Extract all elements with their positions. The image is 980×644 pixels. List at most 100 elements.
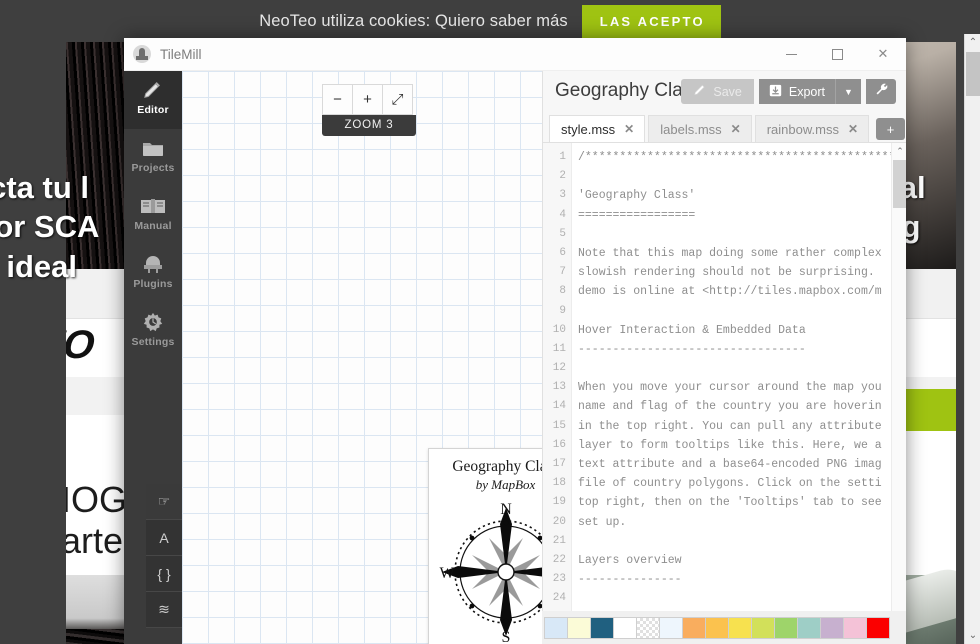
browser-scrollbar-thumb[interactable] [966, 52, 980, 96]
export-dropdown-button[interactable]: ▼ [835, 79, 861, 104]
code-tool-button[interactable]: { } [146, 556, 182, 592]
color-swatch[interactable] [774, 616, 798, 639]
close-icon-labels-mss[interactable]: ✕ [731, 122, 741, 136]
color-swatch[interactable] [590, 616, 614, 639]
code-line[interactable] [572, 225, 891, 244]
line-number: 20 [552, 515, 566, 528]
color-swatch[interactable] [866, 616, 890, 639]
color-swatch[interactable] [682, 616, 706, 639]
book-icon [124, 193, 182, 219]
code-line[interactable]: layer to form tooltips like this. Here, … [572, 436, 891, 455]
color-swatch[interactable] [843, 616, 867, 639]
code-line[interactable]: in the top right. You can pull any attri… [572, 417, 891, 436]
code-editor[interactable]: 1234567891011121314151617181920212223242… [543, 142, 906, 644]
sidebar-item-projects[interactable]: Projects [124, 129, 182, 187]
code-line[interactable]: text attribute and a base64-encoded PNG … [572, 455, 891, 474]
sidebar-item-editor[interactable]: Editor [124, 71, 182, 129]
code-line[interactable]: Hover Interaction & Embedded Data [572, 321, 891, 340]
code-line[interactable]: 'Geography Class' [572, 186, 891, 205]
code-line[interactable]: Note that this map doing some rather com… [572, 244, 891, 263]
code-line[interactable]: --------------- [572, 570, 891, 589]
color-swatch[interactable] [659, 616, 683, 639]
sidebar-item-manual[interactable]: Manual [124, 187, 182, 245]
browser-scrollbar[interactable]: ⌃ ⌄ [964, 34, 980, 644]
code-line[interactable]: Layers overview [572, 551, 891, 570]
pencil-icon-save [693, 83, 707, 100]
line-number: 7 [559, 266, 566, 279]
layers-tool-button[interactable]: ≋ [146, 592, 182, 628]
line-number: 24 [552, 592, 566, 605]
gear-icon [124, 309, 182, 335]
map-canvas[interactable]: − + ⤢ ZOOM 3 Geography Class by MapBox [182, 71, 542, 644]
stylesheet-tabs: style.mss ✕ labels.mss ✕ rainbow.mss ✕ + [543, 115, 906, 142]
color-swatch[interactable] [797, 616, 821, 639]
color-swatch[interactable] [751, 616, 775, 639]
code-line[interactable]: name and flag of the country you are hov… [572, 397, 891, 416]
editor-vertical-scrollbar[interactable]: ⌃ ⌄ [891, 143, 906, 644]
tab-style-mss[interactable]: style.mss ✕ [549, 115, 646, 142]
export-icon [769, 84, 782, 100]
color-swatch[interactable] [613, 616, 637, 639]
code-line[interactable] [572, 302, 891, 321]
compass-south-label: S [501, 629, 510, 644]
maximize-icon [831, 48, 843, 60]
code-line[interactable]: top right, then on the 'Tooltips' tab to… [572, 493, 891, 512]
code-line[interactable]: --------------------------------- [572, 340, 891, 359]
code-line[interactable]: When you move your cursor around the map… [572, 378, 891, 397]
code-text[interactable]: /***************************************… [572, 143, 891, 644]
export-button[interactable]: Export [758, 79, 835, 104]
tab-labels-mss[interactable]: labels.mss ✕ [648, 115, 752, 142]
tab-style-mss-label: style.mss [561, 121, 616, 137]
folder-icon [124, 135, 182, 161]
close-button[interactable]: ✕ [860, 38, 906, 71]
text-tool-button[interactable]: A [146, 520, 182, 556]
sidebar-item-plugins[interactable]: Plugins [124, 245, 182, 303]
sidebar-item-settings[interactable]: Settings [124, 303, 182, 361]
code-line[interactable]: ================= [572, 206, 891, 225]
code-line[interactable] [572, 359, 891, 378]
code-line[interactable] [572, 167, 891, 186]
zoom-out-button[interactable]: − [322, 84, 353, 115]
color-swatch[interactable] [636, 616, 660, 639]
code-line[interactable]: /***************************************… [572, 148, 891, 167]
close-icon-rainbow-mss[interactable]: ✕ [848, 122, 858, 136]
left-navigation-rail: Editor Projects Manual Plugins Settings … [124, 71, 182, 644]
line-number-gutter: 1234567891011121314151617181920212223242… [543, 143, 572, 644]
maximize-button[interactable] [814, 38, 860, 71]
chevron-down-icon: ▼ [844, 86, 853, 97]
line-number: 14 [552, 400, 566, 413]
minimize-icon [785, 53, 797, 55]
code-line[interactable] [572, 532, 891, 551]
window-titlebar: TileMill ✕ [124, 38, 906, 71]
code-line[interactable]: set up. [572, 513, 891, 532]
code-line[interactable]: demo is online at <http://tiles.mapbox.c… [572, 282, 891, 301]
map-legend-card: Geography Class by MapBox [428, 448, 542, 644]
line-number: 6 [559, 246, 566, 259]
scroll-up-icon-editor[interactable]: ⌃ [892, 143, 906, 159]
pan-tool-button[interactable]: ☞ [146, 484, 182, 520]
tilemill-app-icon [133, 45, 151, 63]
scroll-down-icon[interactable]: ⌄ [965, 627, 980, 644]
line-number: 17 [552, 458, 566, 470]
tab-rainbow-mss[interactable]: rainbow.mss ✕ [754, 115, 870, 142]
cookie-accept-button[interactable]: LAS ACEPTO [581, 4, 721, 38]
save-button[interactable]: Save [681, 79, 754, 104]
color-swatch[interactable] [728, 616, 752, 639]
minimize-button[interactable] [768, 38, 814, 71]
scroll-up-icon[interactable]: ⌃ [965, 34, 980, 51]
code-line[interactable] [572, 589, 891, 608]
color-swatch[interactable] [705, 616, 729, 639]
code-line[interactable]: file of country polygons. Click on the s… [572, 474, 891, 493]
color-swatch[interactable] [820, 616, 844, 639]
project-settings-button[interactable] [866, 79, 896, 104]
zoom-in-button[interactable]: + [352, 84, 383, 115]
sidebar-item-projects-label: Projects [131, 162, 175, 174]
add-stylesheet-button[interactable]: + [876, 118, 906, 140]
plug-icon [124, 251, 182, 277]
editor-vscroll-thumb[interactable] [893, 160, 906, 208]
fullscreen-button[interactable]: ⤢ [382, 84, 413, 115]
color-swatch[interactable] [567, 616, 591, 639]
code-line[interactable]: slowish rendering should not be surprisi… [572, 263, 891, 282]
close-icon-style-mss[interactable]: ✕ [624, 122, 634, 136]
color-swatch[interactable] [544, 616, 568, 639]
